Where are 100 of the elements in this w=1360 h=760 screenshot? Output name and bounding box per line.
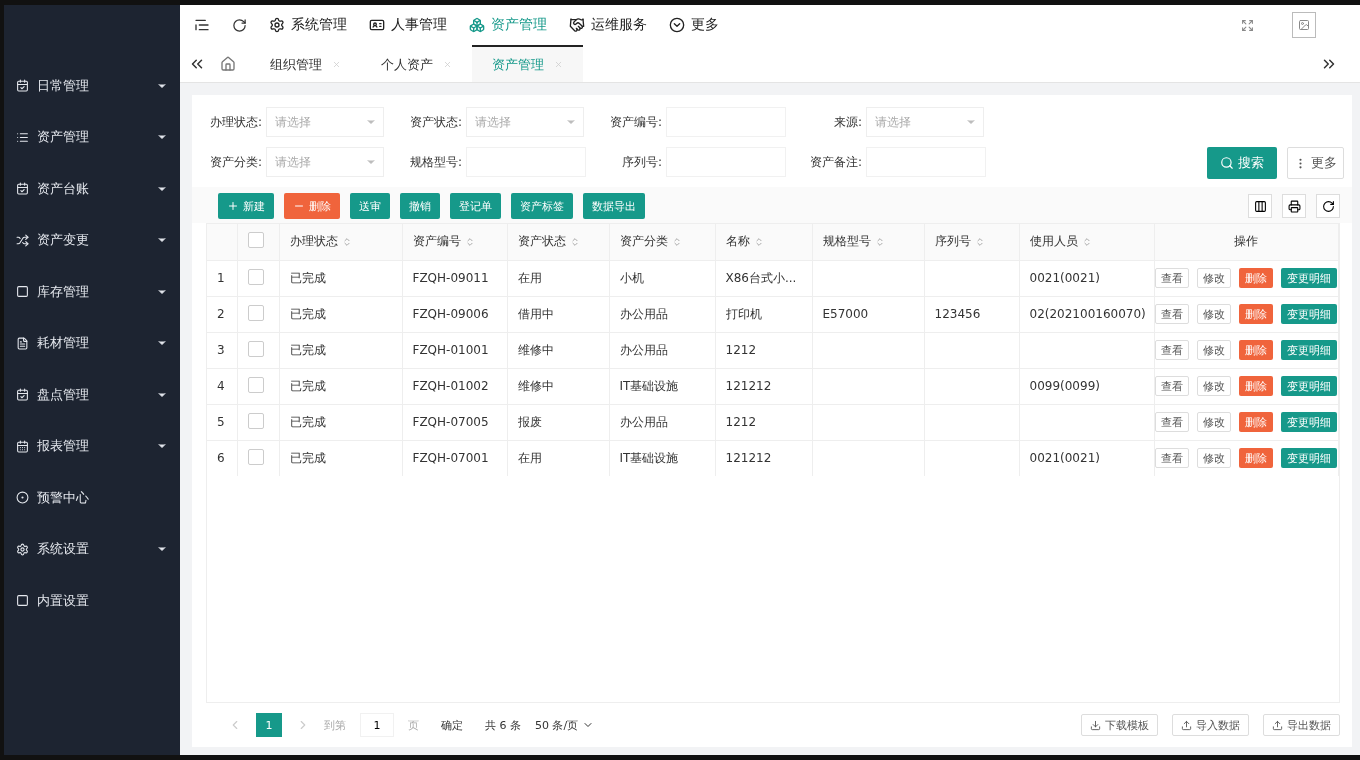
sidebar-item[interactable]: 日常管理 [4,60,180,112]
checkbox[interactable] [247,268,264,285]
sidebar-item[interactable]: 资产管理 [4,111,180,163]
sort-icon[interactable] [464,236,475,247]
nav-item[interactable]: 运维服务 [569,16,647,34]
checkbox[interactable] [247,412,264,429]
sidebar-item[interactable]: 耗材管理 [4,317,180,369]
target-icon [16,491,29,505]
nav-item[interactable]: 更多 [669,16,719,34]
field-label: 资产编号: [608,113,662,131]
table-cell: 已完成 [289,378,326,393]
sort-icon[interactable] [974,236,985,247]
download-icon [1090,719,1101,731]
table-cell: 已完成 [289,270,326,285]
row-action-button[interactable]: 查看 [1155,412,1190,432]
calendar-icon [16,182,29,196]
row-action-button[interactable]: 变更明细 [1281,412,1338,432]
table-cell: 借用中 [517,306,554,321]
checkbox[interactable] [247,340,264,357]
checkbox[interactable] [247,232,264,249]
checkbox[interactable] [247,376,264,393]
sort-icon[interactable] [753,236,764,247]
row-action-button[interactable]: 变更明细 [1281,340,1338,360]
table-cell: 121212 [725,451,772,466]
toolbar-button[interactable]: 数据导出 [583,193,645,219]
table-cell: 维修中 [517,342,554,357]
sidebar-item[interactable]: 报表管理 [4,420,180,472]
row-action-button[interactable]: 变更明细 [1281,268,1338,288]
columns-icon [1253,199,1267,213]
table-cell: 在用 [517,270,542,285]
nav-item[interactable]: 资产管理 [469,16,547,34]
footer-button[interactable]: 导出数据 [1263,714,1340,736]
calendar-icon [16,388,29,402]
toolbar-button[interactable]: 登记单 [450,193,501,219]
page-input[interactable]: 1 [360,713,394,737]
sort-icon[interactable] [1081,236,1092,247]
toolbar-button[interactable]: 新建 [218,193,274,219]
sidebar-item[interactable]: 库存管理 [4,266,180,318]
page-button[interactable]: 1 [256,713,282,737]
checkbox[interactable] [247,448,264,465]
refresh-button[interactable] [1316,194,1340,218]
row-action-button[interactable]: 修改 [1197,304,1232,324]
sort-icon[interactable] [874,236,885,247]
table-cell: 0021(0021) [1029,271,1100,285]
footer-button[interactable]: 导入数据 [1172,714,1249,736]
table-cell: 02(202100160070) [1029,307,1146,321]
sort-icon[interactable] [671,236,682,247]
toolbar-button[interactable]: 送审 [350,193,390,219]
fullscreen-icon[interactable] [1241,18,1254,32]
menu-icon[interactable] [194,17,210,33]
table-cell: 办公用品 [619,306,668,321]
more-button[interactable]: 更多 [1287,147,1344,179]
table-cell: FZQH-01001 [412,343,489,357]
table-cell: IT基础设施 [619,450,679,465]
sort-icon[interactable] [569,236,580,247]
toolbar-button[interactable]: 撤销 [400,193,440,219]
row-action-button[interactable]: 变更明细 [1281,376,1338,396]
nav-item[interactable]: 系统管理 [269,16,347,34]
table-cell: 0099(0099) [1029,379,1100,393]
home-icon[interactable] [220,55,236,72]
columns-button[interactable] [1248,194,1272,218]
sidebar-item[interactable]: 资产变更 [4,214,180,266]
refresh-icon[interactable] [232,17,247,33]
row-action-button[interactable]: 查看 [1155,376,1190,396]
sort-icon[interactable] [341,236,352,247]
row-action-button[interactable]: 查看 [1155,340,1190,360]
avatar[interactable] [1292,12,1316,38]
table-cell: FZQH-01002 [412,379,489,393]
row-action-button[interactable]: 修改 [1197,448,1232,469]
row-action-button[interactable]: 修改 [1197,268,1232,288]
row-action-button[interactable]: 修改 [1197,376,1232,396]
row-action-button[interactable]: 变更明细 [1281,448,1338,469]
close-icon[interactable] [443,60,452,69]
table-cell: IT基础设施 [619,378,679,393]
row-action-button[interactable]: 查看 [1155,448,1190,469]
print-button[interactable] [1282,194,1306,218]
table-cell: 1212 [725,415,757,429]
nav-item[interactable]: 人事管理 [369,16,447,34]
table-cell: 办公用品 [619,342,668,357]
checkbox[interactable] [247,304,264,321]
sidebar-item[interactable]: 盘点管理 [4,369,180,421]
sidebar-item[interactable]: 预警中心 [4,472,180,524]
row-action-button[interactable]: 变更明细 [1281,304,1338,324]
sidebar-item[interactable]: 内置设置 [4,575,180,627]
row-action-button[interactable]: 修改 [1197,412,1232,432]
footer-button[interactable]: 下载模板 [1081,714,1158,736]
row-number: 6 [217,451,225,466]
table-cell: FZQH-07005 [412,415,489,429]
sidebar-item[interactable]: 系统设置 [4,523,180,575]
search-button[interactable]: 搜索 [1207,147,1277,179]
list-icon [16,130,29,144]
toolbar-button[interactable]: 资产标签 [511,193,573,219]
row-action-button[interactable]: 查看 [1155,268,1190,288]
row-action-button[interactable]: 查看 [1155,304,1190,324]
row-action-button[interactable]: 修改 [1197,340,1232,360]
page-size-select[interactable]: 50 条/页 [535,717,595,733]
column-header: 操作 [1234,233,1259,251]
close-icon[interactable] [332,60,341,69]
close-icon[interactable] [554,60,563,69]
sidebar-item[interactable]: 资产台账 [4,163,180,215]
